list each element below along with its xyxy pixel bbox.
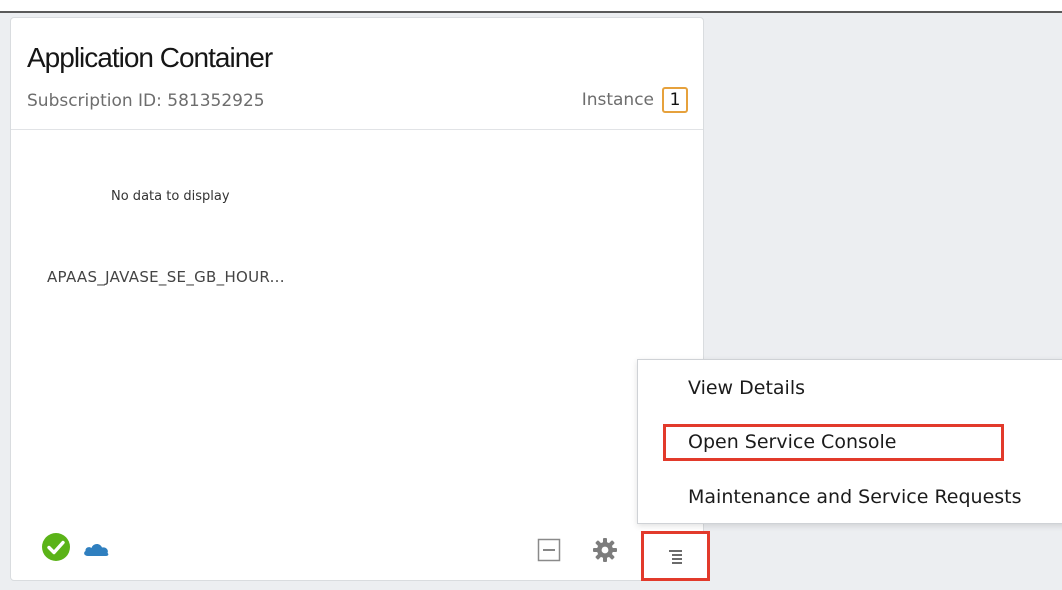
gear-icon[interactable] [592, 537, 618, 563]
hamburger-menu-button[interactable] [641, 531, 710, 581]
application-container-card: Application Container Subscription ID: 5… [10, 17, 704, 581]
instance-label: Instance [581, 90, 654, 110]
check-circle-icon [42, 533, 70, 561]
instance-count-badge[interactable]: 1 [662, 87, 688, 113]
minimize-icon[interactable] [537, 538, 561, 562]
subscription-id: Subscription ID: 581352925 [27, 91, 265, 111]
menu-item-view-details[interactable]: View Details [688, 377, 805, 399]
actions-dropdown-menu: View Details Open Service Console Mainte… [637, 359, 1062, 524]
cloud-icon [84, 543, 109, 556]
header-divider [11, 129, 703, 130]
card-title: Application Container [27, 42, 273, 73]
no-data-message: No data to display [111, 189, 230, 204]
menu-item-open-service-console[interactable]: Open Service Console [688, 431, 896, 453]
instance-counter: Instance 1 [582, 87, 688, 113]
menu-item-maintenance-service-requests[interactable]: Maintenance and Service Requests [688, 486, 1022, 508]
plan-name: APAAS_JAVASE_SE_GB_HOUR... [47, 268, 285, 286]
hamburger-menu-icon [669, 550, 682, 564]
